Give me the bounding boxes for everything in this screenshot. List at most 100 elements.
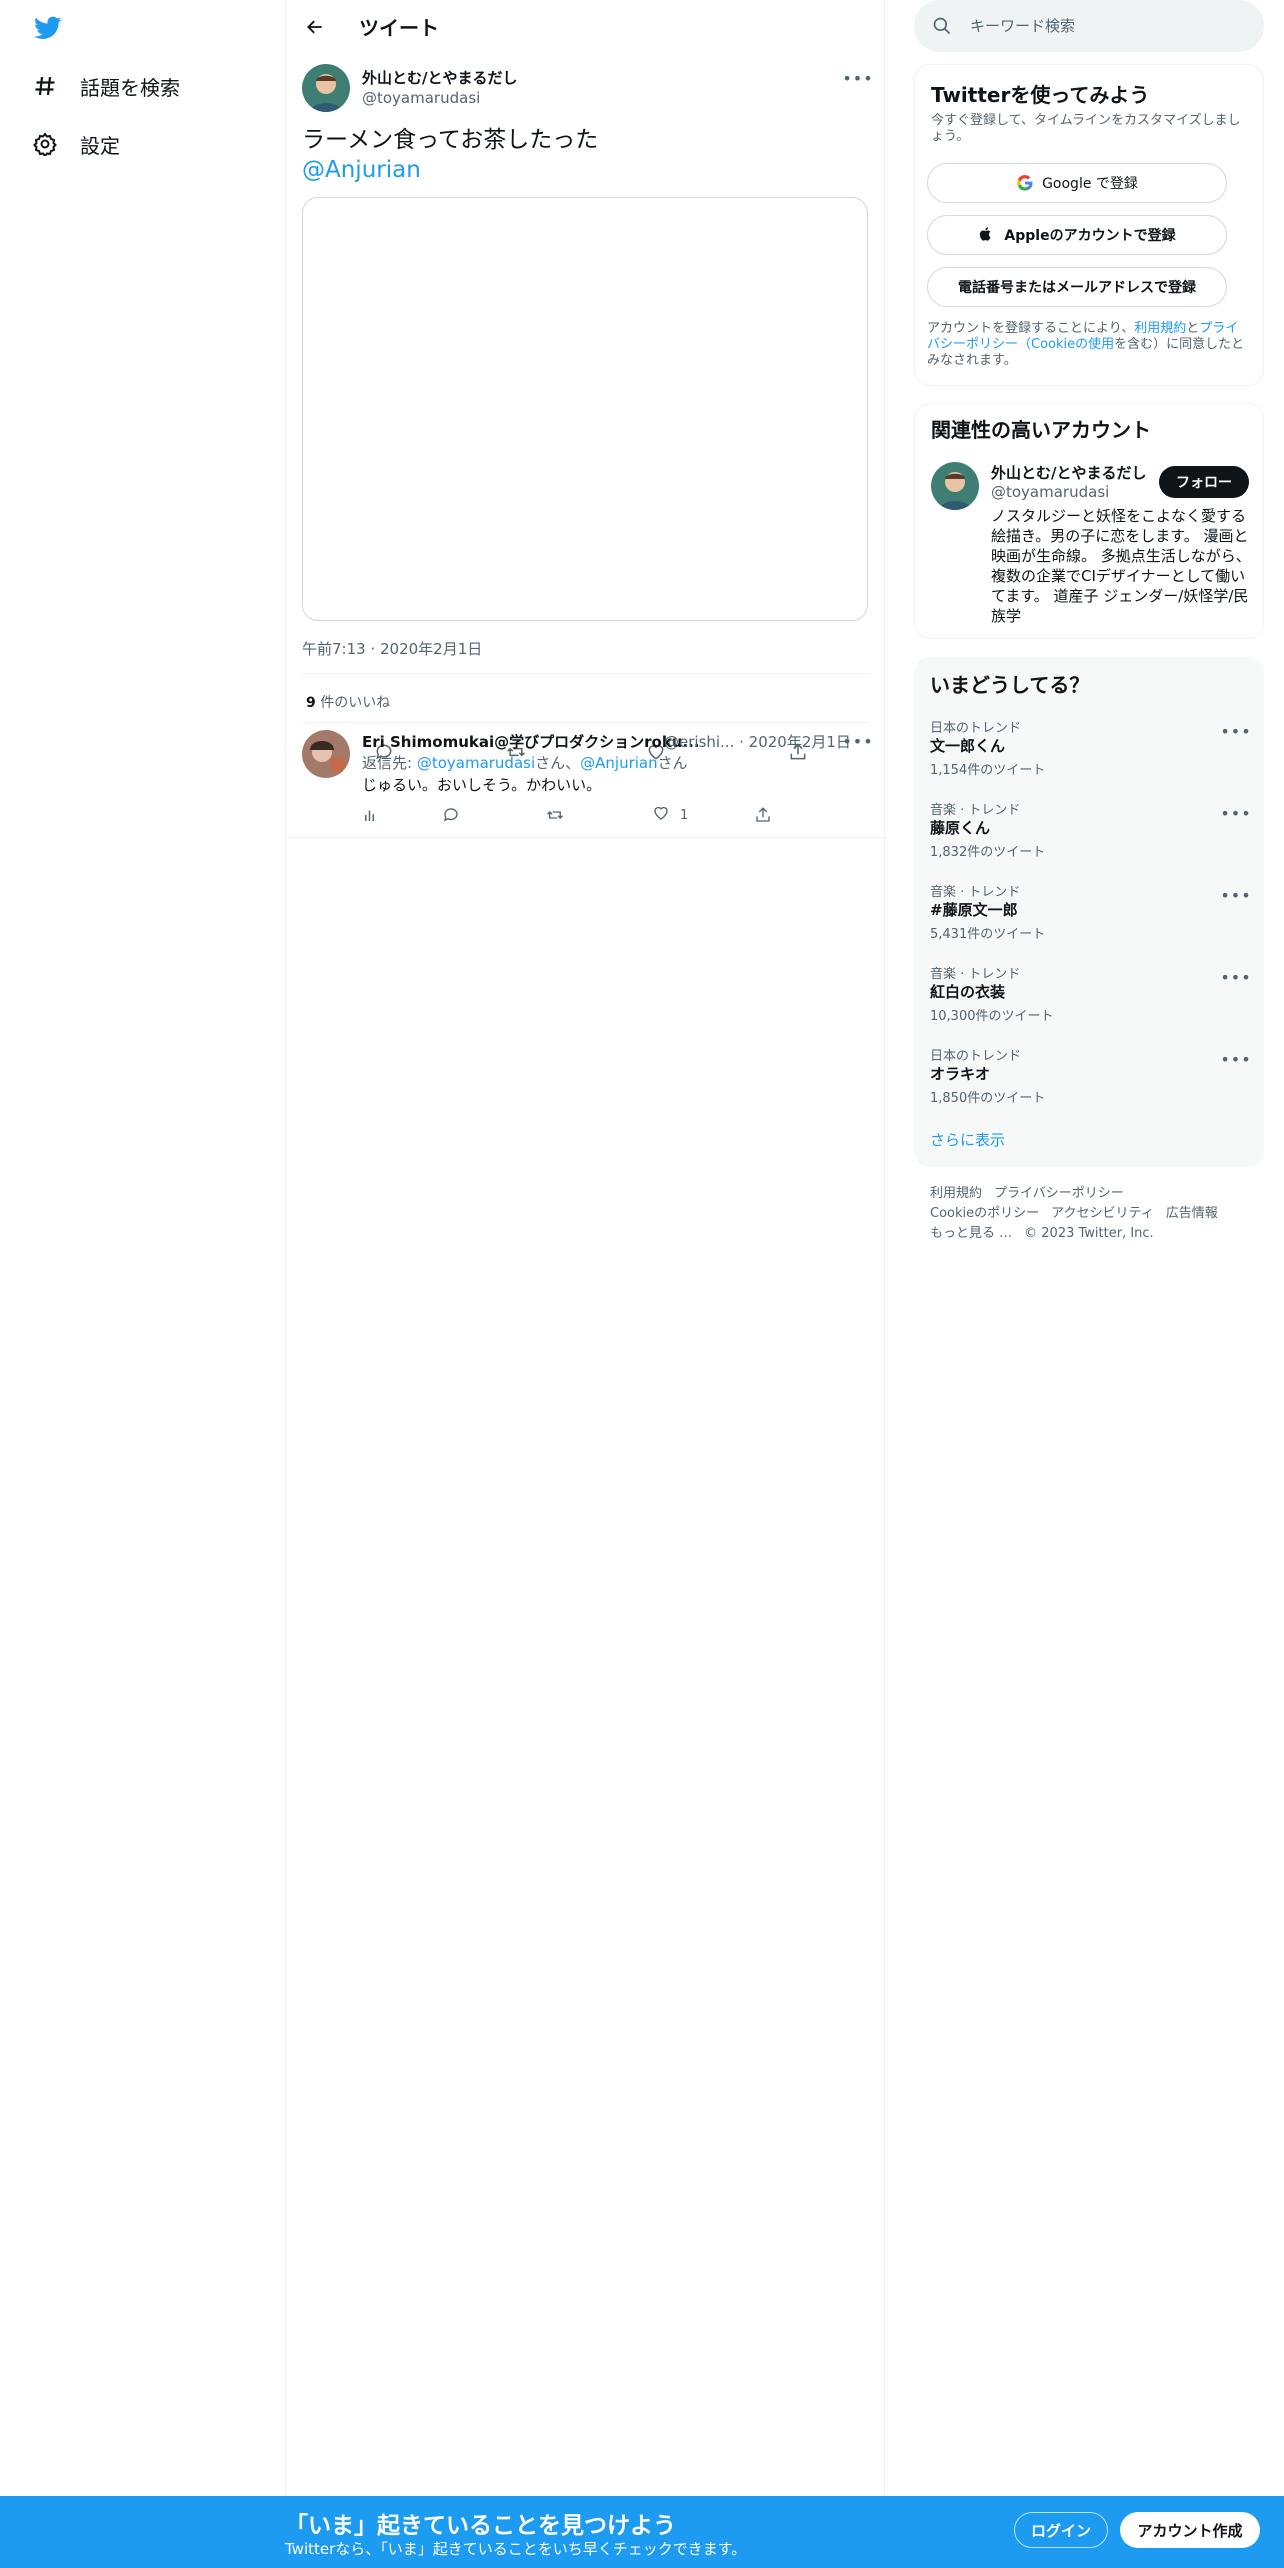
footer-copyright: © 2023 Twitter, Inc.	[1024, 1226, 1154, 1241]
footer-links: 利用規約 プライバシーポリシー Cookieのポリシー アクセシビリティ 広告情報 も…	[930, 1184, 1260, 1244]
google-signup-label: Google で登録	[1042, 176, 1138, 192]
divider	[286, 837, 886, 838]
trend-item[interactable]: 音楽 · トレンド 藤原くん 1,832件のツイート •••	[914, 799, 1264, 881]
trend-item[interactable]: 音楽 · トレンド 紅白の衣装 10,300件のツイート •••	[914, 963, 1264, 1045]
relevant-handle[interactable]: @toyamarudasi	[991, 483, 1109, 501]
trend-count: 1,154件のツイート	[930, 763, 1046, 778]
author-name[interactable]: 外山とむ/とやまるだし	[362, 67, 517, 88]
follow-button[interactable]: フォロー	[1159, 466, 1249, 498]
search-input[interactable]	[970, 14, 1240, 38]
divider	[302, 722, 870, 723]
nav-settings[interactable]: 設定	[32, 124, 120, 164]
tweet-mention-link[interactable]: @Anjurian	[302, 156, 421, 184]
banner-subtitle: Twitterなら、「いま」起きていることをいち早くチェックできます。	[285, 2540, 747, 2558]
relevant-accounts-card: 関連性の高いアカウント 外山とむ/とやまるだし @toyamarudasi フォ…	[914, 403, 1264, 639]
left-navigation: 話題を検索 設定	[0, 0, 285, 2568]
trend-name: 藤原くん	[930, 819, 991, 837]
page-title: ツイート	[359, 16, 439, 40]
signup-subtitle: 今すぐ登録して、タイムラインをカスタマイズしましょう。	[931, 113, 1241, 144]
apple-signup-button[interactable]: Appleのアカウントで登録	[927, 215, 1227, 255]
reply-to-prefix: 返信先:	[362, 754, 417, 772]
trend-context: 音楽 · トレンド	[930, 885, 1021, 900]
trend-item[interactable]: 音楽 · トレンド #藤原文一郎 5,431件のツイート •••	[914, 881, 1264, 963]
trend-name: 文一郎くん	[930, 737, 1006, 755]
signup-card: Twitterを使ってみよう 今すぐ登録して、タイムラインをカスタマイズしましょ…	[914, 64, 1264, 386]
twitter-bird-icon[interactable]	[32, 14, 64, 42]
page-header: ツイート	[286, 0, 886, 53]
tweet-timestamp[interactable]: 午前7:13 · 2020年2月1日	[302, 638, 482, 659]
login-button[interactable]: ログイン	[1014, 2512, 1108, 2548]
terms-prefix: アカウントを登録することにより、	[927, 321, 1135, 336]
google-signup-button[interactable]: Google で登録	[927, 163, 1227, 203]
footer-terms-link[interactable]: 利用規約	[930, 1186, 982, 1201]
reply-handle-time[interactable]: @erishi... · 2020年2月1日	[664, 731, 851, 752]
reply-to-line: 返信先: @toyamarudasiさん、@Anjurianさん	[362, 752, 688, 773]
relevant-bio: ノスタルジーと妖怪をこよなく愛する絵描き。男の子に恋をします。 漫画と映画が生命…	[991, 507, 1251, 625]
likes-label: 件のいいね	[320, 695, 391, 711]
reply-reply-icon[interactable]	[442, 805, 460, 825]
trend-more-icon[interactable]: •••	[1220, 885, 1250, 905]
reply-like-button[interactable]: 1	[652, 805, 688, 825]
nav-explore[interactable]: 話題を検索	[32, 66, 180, 106]
relevant-title: 関連性の高いアカウント	[931, 418, 1151, 442]
google-icon	[1016, 174, 1034, 192]
signup-button[interactable]: アカウント作成	[1120, 2512, 1260, 2548]
signup-title: Twitterを使ってみよう	[931, 83, 1150, 107]
footer-cookie-link[interactable]: Cookieのポリシー	[930, 1206, 1039, 1221]
likes-count-link[interactable]: 9 件のいいね	[306, 692, 390, 712]
avatar[interactable]	[302, 64, 350, 112]
trend-name: 紅白の衣装	[930, 983, 1006, 1001]
trend-more-icon[interactable]: •••	[1220, 1049, 1250, 1069]
reply-retweet-icon[interactable]	[546, 805, 564, 825]
search-box[interactable]	[914, 0, 1264, 52]
trend-name: オラキオ	[930, 1065, 991, 1083]
apple-icon	[978, 226, 996, 244]
trend-name: #藤原文一郎	[930, 901, 1018, 919]
footer-ads-link[interactable]: 広告情報	[1166, 1206, 1218, 1221]
likes-count: 9	[306, 695, 316, 711]
reply-author-name[interactable]: Eri Shimomukai@学びプロダクションroku...	[362, 731, 700, 752]
reply-share-icon[interactable]	[754, 805, 772, 825]
terms-link[interactable]: 利用規約	[1134, 321, 1186, 336]
reply-to-mid: さん、	[535, 754, 581, 772]
trend-count: 1,850件のツイート	[930, 1091, 1046, 1106]
trend-count: 10,300件のツイート	[930, 1009, 1054, 1024]
reply-like-count: 1	[680, 807, 689, 823]
reply-more-options-icon[interactable]: •••	[842, 731, 872, 751]
main-column: ツイート 外山とむ/とやまるだし @toyamarudasi ••• ラーメン食…	[285, 0, 886, 2500]
views-icon[interactable]	[362, 805, 380, 825]
trends-card: いまどうしてる？ 日本のトレンド 文一郎くん 1,154件のツイート ••• 音…	[914, 657, 1264, 1167]
phone-email-signup-button[interactable]: 電話番号またはメールアドレスで登録	[927, 267, 1227, 307]
footer-more-link[interactable]: もっと見る …	[930, 1226, 1012, 1241]
banner-title: 「いま」起きていることを見つけよう	[285, 2513, 676, 2539]
hashtag-icon	[32, 73, 58, 99]
reply-to-user2[interactable]: @Anjurian	[580, 754, 657, 772]
reply-like-icon	[652, 804, 670, 826]
trend-context: 日本のトレンド	[930, 1049, 1022, 1064]
more-options-icon[interactable]: •••	[842, 68, 872, 88]
divider	[302, 673, 870, 674]
reply-to-suffix: さん	[657, 754, 688, 772]
trend-item[interactable]: 日本のトレンド 文一郎くん 1,154件のツイート •••	[914, 717, 1264, 799]
trend-more-icon[interactable]: •••	[1220, 721, 1250, 741]
tweet-media[interactable]	[302, 197, 868, 621]
reply-to-user1[interactable]: @toyamarudasi	[417, 754, 535, 772]
trend-context: 日本のトレンド	[930, 721, 1022, 736]
show-more-link[interactable]: さらに表示	[930, 1129, 1005, 1150]
arrow-left-icon[interactable]	[300, 12, 330, 42]
apple-signup-label: Appleのアカウントで登録	[1004, 228, 1176, 244]
reply-avatar[interactable]	[302, 730, 350, 778]
footer-privacy-link[interactable]: プライバシーポリシー	[994, 1186, 1124, 1201]
terms-and: と	[1186, 321, 1200, 336]
relevant-name[interactable]: 外山とむ/とやまるだし	[991, 462, 1146, 483]
phone-email-signup-label: 電話番号またはメールアドレスで登録	[958, 280, 1196, 296]
trend-context: 音楽 · トレンド	[930, 967, 1021, 982]
footer-accessibility-link[interactable]: アクセシビリティ	[1051, 1206, 1154, 1221]
author-handle[interactable]: @toyamarudasi	[362, 89, 480, 107]
trend-more-icon[interactable]: •••	[1220, 803, 1250, 823]
reply-action-bar: 1	[362, 805, 802, 825]
relevant-avatar[interactable]	[931, 462, 979, 510]
trend-item[interactable]: 日本のトレンド オラキオ 1,850件のツイート •••	[914, 1045, 1264, 1127]
trend-more-icon[interactable]: •••	[1220, 967, 1250, 987]
trends-title: いまどうしてる？	[930, 673, 1090, 697]
